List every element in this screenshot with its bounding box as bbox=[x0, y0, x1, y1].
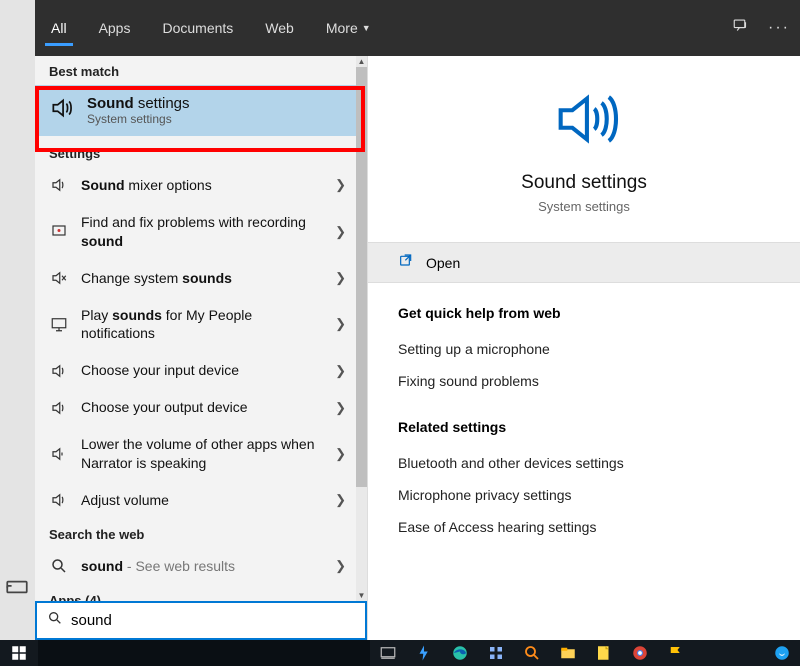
taskbar-app-edge[interactable] bbox=[442, 640, 478, 666]
results-panel: Best match Sound settings System setting… bbox=[35, 56, 368, 640]
chevron-right-icon: ❯ bbox=[335, 316, 346, 332]
related-link[interactable]: Ease of Access hearing settings bbox=[398, 511, 770, 543]
taskbar-app-taskview[interactable] bbox=[370, 640, 406, 666]
apps-heading: Apps (4) bbox=[35, 585, 356, 601]
settings-heading: Settings bbox=[35, 142, 356, 167]
preview-title: Sound settings bbox=[368, 172, 800, 194]
speaker-icon bbox=[49, 399, 69, 417]
settings-result[interactable]: Change system sounds ❯ bbox=[35, 260, 356, 297]
taskbar-app-search[interactable] bbox=[514, 640, 550, 666]
taskbar-app-round[interactable] bbox=[764, 640, 800, 666]
taskbar-app-grid[interactable] bbox=[478, 640, 514, 666]
chevron-right-icon: ❯ bbox=[335, 363, 346, 379]
web-result[interactable]: sound - See web results ❯ bbox=[35, 548, 356, 585]
settings-result[interactable]: Adjust volume ❯ bbox=[35, 482, 356, 519]
related-link[interactable]: Bluetooth and other devices settings bbox=[398, 447, 770, 479]
search-icon bbox=[47, 610, 63, 631]
tab-all[interactable]: All bbox=[35, 0, 83, 56]
search-box[interactable] bbox=[35, 601, 367, 640]
settings-result[interactable]: Lower the volume of other apps when Narr… bbox=[35, 426, 356, 482]
search-icon bbox=[49, 557, 69, 575]
best-match-result[interactable]: Sound settings System settings bbox=[35, 85, 356, 136]
speaker-icon bbox=[49, 176, 69, 194]
feedback-icon[interactable] bbox=[732, 17, 750, 40]
quick-help-link[interactable]: Setting up a microphone bbox=[398, 333, 770, 365]
chevron-right-icon: ❯ bbox=[335, 177, 346, 193]
open-icon bbox=[398, 253, 414, 272]
taskbar-app-explorer[interactable] bbox=[550, 640, 586, 666]
open-label: Open bbox=[426, 255, 460, 271]
taskbar-app-flag[interactable] bbox=[658, 640, 694, 666]
taskbar-app-notes[interactable] bbox=[586, 640, 622, 666]
chevron-right-icon: ❯ bbox=[335, 400, 346, 416]
tab-apps[interactable]: Apps bbox=[83, 0, 147, 56]
scroll-down-arrow[interactable]: ▼ bbox=[356, 590, 367, 601]
best-match-title: Sound settings bbox=[87, 95, 190, 112]
tab-more[interactable]: More ▼ bbox=[310, 0, 387, 56]
search-scope-tabs: All Apps Documents Web More ▼ bbox=[35, 0, 387, 56]
record-icon bbox=[49, 223, 69, 241]
preview-subtitle: System settings bbox=[368, 199, 800, 214]
result-label: Choose your input device bbox=[81, 361, 323, 380]
chevron-right-icon: ❯ bbox=[335, 224, 346, 240]
taskbar bbox=[0, 640, 800, 666]
search-web-heading: Search the web bbox=[35, 519, 356, 548]
related-link[interactable]: Microphone privacy settings bbox=[398, 479, 770, 511]
related-settings-heading: Related settings bbox=[398, 419, 770, 435]
more-options-icon[interactable]: ··· bbox=[768, 19, 790, 37]
search-input[interactable] bbox=[71, 612, 355, 629]
result-label: Choose your output device bbox=[81, 398, 323, 417]
best-match-heading: Best match bbox=[35, 56, 356, 85]
best-match-subtitle: System settings bbox=[87, 112, 190, 126]
settings-result[interactable]: Play sounds for My People notifications ❯ bbox=[35, 297, 356, 353]
settings-result[interactable]: Choose your input device ❯ bbox=[35, 352, 356, 389]
chevron-right-icon: ❯ bbox=[335, 558, 346, 574]
preview-panel: Sound settings System settings Open Get … bbox=[368, 56, 800, 640]
taskbar-app-chrome[interactable] bbox=[622, 640, 658, 666]
tab-web[interactable]: Web bbox=[249, 0, 310, 56]
search-header: All Apps Documents Web More ▼ ··· bbox=[35, 0, 800, 56]
gutter-input-icon[interactable] bbox=[4, 574, 30, 600]
preview-speaker-icon bbox=[368, 84, 800, 154]
open-action[interactable]: Open bbox=[368, 242, 800, 283]
tab-documents[interactable]: Documents bbox=[146, 0, 249, 56]
result-label: Find and fix problems with recording sou… bbox=[81, 213, 323, 251]
start-button[interactable] bbox=[0, 640, 38, 666]
results-scrollbar-thumb[interactable] bbox=[356, 67, 367, 487]
settings-result[interactable]: Choose your output device ❯ bbox=[35, 389, 356, 426]
scroll-up-arrow[interactable]: ▲ bbox=[356, 56, 367, 67]
speaker-icon bbox=[49, 491, 69, 509]
taskbar-app-bolt[interactable] bbox=[406, 640, 442, 666]
left-gutter bbox=[0, 56, 35, 640]
result-label: Sound mixer options bbox=[81, 176, 323, 195]
mute-icon bbox=[49, 269, 69, 287]
quick-help-link[interactable]: Fixing sound problems bbox=[398, 365, 770, 397]
result-label: Play sounds for My People notifications bbox=[81, 306, 323, 344]
result-label: Adjust volume bbox=[81, 491, 323, 510]
chevron-right-icon: ❯ bbox=[335, 492, 346, 508]
result-label: Lower the volume of other apps when Narr… bbox=[81, 435, 323, 473]
result-label: Change system sounds bbox=[81, 269, 323, 288]
settings-result[interactable]: Sound mixer options ❯ bbox=[35, 167, 356, 204]
chevron-right-icon: ❯ bbox=[335, 270, 346, 286]
quick-help-heading: Get quick help from web bbox=[398, 305, 770, 321]
speaker-icon bbox=[49, 362, 69, 380]
speaker-icon bbox=[49, 95, 75, 126]
low-icon bbox=[49, 445, 69, 463]
screen-icon bbox=[49, 315, 69, 333]
chevron-right-icon: ❯ bbox=[335, 446, 346, 462]
settings-result[interactable]: Find and fix problems with recording sou… bbox=[35, 204, 356, 260]
